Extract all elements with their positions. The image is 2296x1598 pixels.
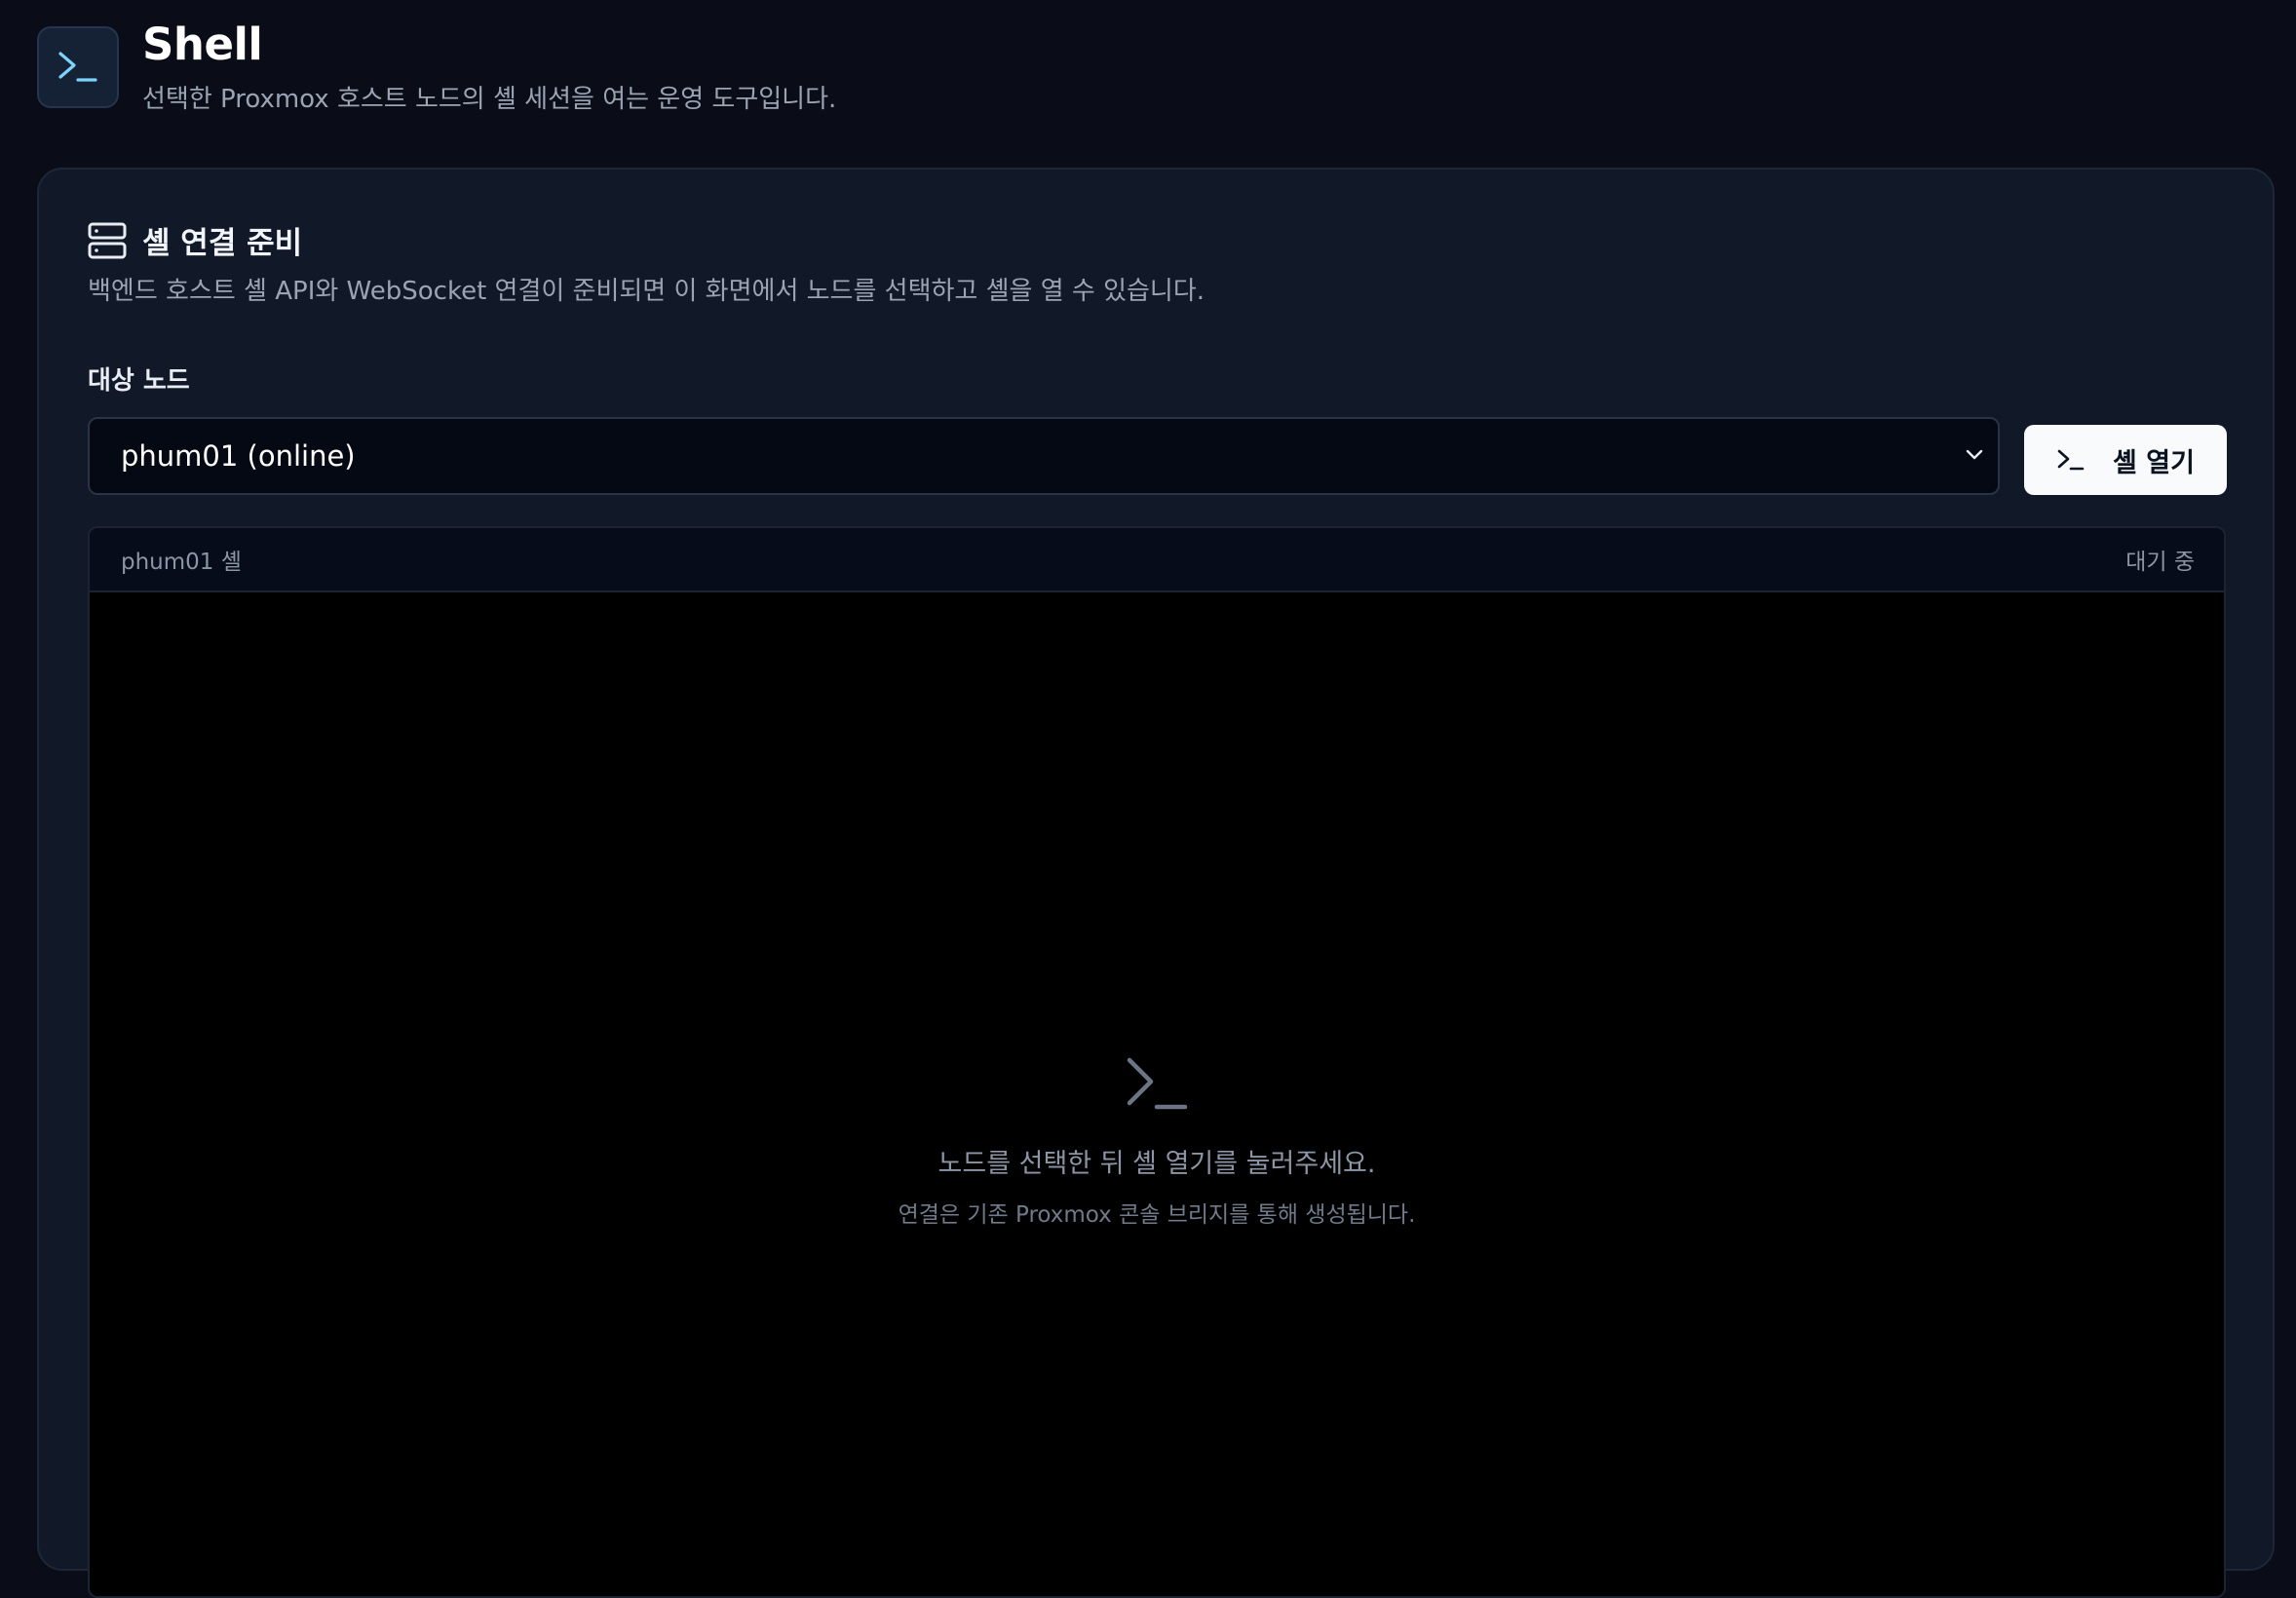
open-shell-button[interactable]: 셸 열기 [2024, 425, 2227, 495]
card-description: 백엔드 호스트 셸 API와 WebSocket 연결이 준비되면 이 화면에서… [88, 277, 1205, 306]
header-icon-box [37, 26, 119, 108]
terminal-icon [2057, 449, 2085, 471]
terminal-panel[interactable]: phum01 셸 대기 중 노드를 선택한 뒤 셸 열기를 눌러주세요. 연결은… [88, 526, 2226, 1598]
terminal-header: phum01 셸 대기 중 [90, 528, 2224, 592]
node-field-label: 대상 노드 [88, 366, 190, 396]
empty-state-title: 노드를 선택한 뒤 셸 열기를 눌러주세요. [938, 1149, 1376, 1179]
page-subtitle: 선택한 Proxmox 호스트 노드의 셸 세션을 여는 운영 도구입니다. [142, 85, 837, 114]
shell-connection-card: 셸 연결 준비 백엔드 호스트 셸 API와 WebSocket 연결이 준비되… [37, 168, 2275, 1598]
node-select[interactable]: phum01 (online) [88, 417, 2000, 495]
chevron-down-icon [1966, 449, 1983, 460]
terminal-prompt-icon [1127, 1057, 1188, 1110]
open-shell-button-label: 셸 열기 [2113, 447, 2195, 478]
terminal-empty-state: 노드를 선택한 뒤 셸 열기를 눌러주세요. 연결은 기존 Proxmox 콘솔… [90, 1054, 2224, 1229]
card-title-row: 셸 연결 준비 [88, 218, 302, 262]
terminal-node-name: phum01 셸 [121, 550, 242, 575]
server-icon [88, 222, 127, 258]
node-select-value: phum01 (online) [121, 439, 356, 473]
terminal-icon [58, 52, 97, 82]
page-title: Shell [142, 19, 263, 70]
empty-state-subtitle: 연결은 기존 Proxmox 콘솔 브리지를 통해 생성됩니다. [898, 1202, 1416, 1228]
terminal-status: 대기 중 [2125, 550, 2195, 575]
card-title: 셸 연결 준비 [142, 226, 303, 261]
page-header: Shell 선택한 Proxmox 호스트 노드의 셸 세션을 여는 운영 도구… [37, 21, 836, 115]
